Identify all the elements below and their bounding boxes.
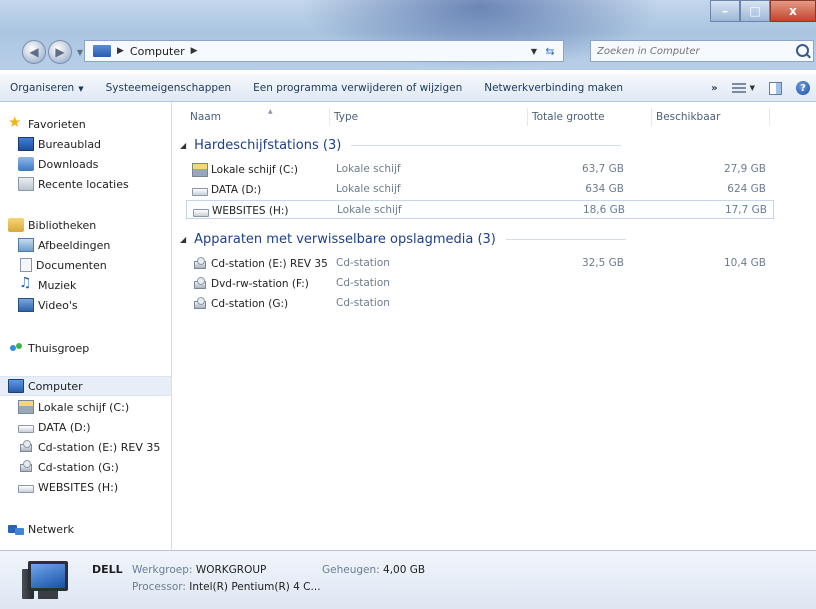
nav-item-music[interactable]: Muziek (18, 275, 76, 295)
computer-icon (8, 379, 24, 393)
music-icon (18, 275, 34, 292)
maximize-button[interactable]: □ (740, 0, 770, 22)
forward-arrow-icon: ▶ (55, 45, 65, 59)
homegroup-icon (8, 341, 24, 355)
processor-info: Processor: Intel(R) Pentium(R) 4 C... (132, 581, 321, 593)
address-dropdown-icon[interactable]: ▼ (531, 47, 537, 56)
libraries-icon (8, 218, 24, 232)
preview-pane-icon[interactable] (769, 81, 782, 95)
nav-homegroup[interactable]: Thuisgroep (8, 338, 89, 358)
more-commands-button[interactable]: » (711, 83, 717, 94)
breadcrumb-separator-icon[interactable]: ▶ (191, 46, 198, 56)
column-header-type[interactable]: Type (330, 108, 528, 126)
nav-libraries[interactable]: Bibliotheken (8, 215, 96, 235)
workgroup-info: Werkgroep: WORKGROUP (132, 564, 267, 576)
cd-drive-icon (18, 460, 34, 474)
command-bar: Organiseren ▼ Systeemeigenschappen Een pr… (0, 74, 816, 102)
nav-item-downloads[interactable]: Downloads (18, 154, 98, 174)
collapse-triangle-icon[interactable]: ◢ (180, 235, 186, 244)
table-row[interactable]: Cd-station (E:) REV 35 Cd-station 32,5 G… (186, 254, 774, 273)
group-header-removable-storage[interactable]: ◢ Apparaten met verwisselbare opslagmedi… (180, 228, 626, 250)
nav-item-websites-h[interactable]: WEBSITES (H:) (18, 477, 118, 497)
nav-computer[interactable]: Computer (0, 376, 171, 396)
change-view-button[interactable]: ▼ (731, 83, 755, 93)
nav-item-videos[interactable]: Video's (18, 295, 78, 315)
window-controls: – □ x (710, 0, 816, 22)
cd-drive-icon (192, 256, 208, 271)
videos-icon (18, 298, 34, 312)
nav-item-cd-e[interactable]: Cd-station (E:) REV 35 (18, 437, 160, 457)
nav-item-desktop[interactable]: Bureaublad (18, 134, 101, 154)
details-pane: DELL Werkgroep: WORKGROUP Geheugen: 4,00… (0, 550, 816, 609)
downloads-icon (18, 157, 34, 171)
table-row-selected[interactable]: WEBSITES (H:) Lokale schijf 18,6 GB 17,7… (186, 200, 774, 219)
search-icon[interactable] (796, 44, 809, 57)
computer-icon (22, 561, 72, 603)
breadcrumb-separator-icon[interactable]: ▶ (117, 46, 124, 56)
recent-places-icon (18, 177, 34, 191)
command-bar-right: » ▼ ? (711, 74, 810, 102)
hard-drive-icon (193, 208, 209, 217)
nav-item-local-disk-c[interactable]: Lokale schijf (C:) (18, 397, 129, 417)
hard-drive-icon (18, 425, 34, 433)
close-button[interactable]: x (770, 0, 816, 22)
chevron-down-icon: ▼ (76, 47, 84, 57)
table-row[interactable]: Dvd-rw-station (F:) Cd-station (186, 274, 774, 293)
title-bar: – □ x ◀ ▶ ▼ ▶ Computer ▶ ▼ ⇆ (0, 0, 816, 70)
nav-item-documents[interactable]: Documenten (18, 255, 107, 275)
nav-item-data-d[interactable]: DATA (D:) (18, 417, 91, 437)
collapse-triangle-icon[interactable]: ◢ (180, 141, 186, 150)
network-icon (8, 522, 24, 536)
column-header-name[interactable]: ▲ Naam (186, 108, 330, 126)
table-row[interactable]: Cd-station (G:) Cd-station (186, 294, 774, 313)
computer-icon (93, 45, 111, 57)
system-drive-icon (18, 400, 34, 414)
hard-drive-icon (18, 485, 34, 493)
nav-network[interactable]: Netwerk (8, 519, 74, 539)
breadcrumb-computer[interactable]: Computer (130, 45, 185, 58)
map-network-drive-button[interactable]: Netwerkverbinding maken (473, 82, 634, 94)
file-list: ▲ Naam Type Totale grootte Beschikbaar ◢ … (172, 102, 816, 550)
nav-favorites[interactable]: Favorieten (8, 113, 86, 134)
uninstall-program-button[interactable]: Een programma verwijderen of wijzigen (242, 82, 473, 94)
group-divider (351, 144, 622, 146)
refresh-icon[interactable]: ⇆ (541, 45, 559, 58)
nav-item-cd-g[interactable]: Cd-station (G:) (18, 457, 119, 477)
memory-info: Geheugen: 4,00 GB (322, 564, 426, 576)
desktop-icon (18, 137, 34, 151)
dvd-drive-icon (192, 276, 208, 291)
column-header-free-space[interactable]: Beschikbaar (652, 108, 770, 126)
documents-icon (20, 258, 32, 272)
search-box[interactable] (590, 40, 814, 62)
organize-menu[interactable]: Organiseren ▼ (0, 82, 95, 94)
system-drive-icon (192, 162, 208, 177)
nav-item-recent-places[interactable]: Recente locaties (18, 174, 129, 194)
cd-drive-icon (192, 296, 208, 311)
navigation-buttons: ◀ ▶ ▼ (22, 40, 86, 64)
pictures-icon (18, 238, 34, 252)
address-bar[interactable]: ▶ Computer ▶ ▼ ⇆ (84, 40, 564, 62)
group-header-hard-drives[interactable]: ◢ Hardeschijfstations (3) (180, 134, 622, 156)
help-icon[interactable]: ? (796, 81, 810, 95)
table-row[interactable]: Lokale schijf (C:) Lokale schijf 63,7 GB… (186, 160, 774, 179)
chevron-down-icon: ▼ (78, 84, 84, 93)
chevron-down-icon: ▼ (749, 84, 755, 92)
back-arrow-icon: ◀ (29, 45, 39, 59)
group-divider (505, 238, 626, 240)
view-list-icon (731, 83, 746, 93)
search-input[interactable] (591, 44, 789, 58)
hard-drive-icon (192, 187, 208, 196)
system-properties-button[interactable]: Systeemeigenschappen (95, 82, 243, 94)
sort-ascending-icon: ▲ (268, 108, 273, 115)
column-header-total-size[interactable]: Totale grootte (528, 108, 652, 126)
table-row[interactable]: DATA (D:) Lokale schijf 634 GB 624 GB (186, 180, 774, 199)
nav-item-pictures[interactable]: Afbeeldingen (18, 235, 110, 255)
computer-name: DELL (92, 563, 123, 576)
back-button[interactable]: ◀ (22, 40, 46, 64)
star-icon (8, 113, 24, 131)
cd-drive-icon (18, 440, 34, 454)
minimize-button[interactable]: – (710, 0, 740, 22)
forward-button[interactable]: ▶ (48, 40, 72, 64)
navigation-pane: Favorieten Bureaublad Downloads Recente … (0, 102, 172, 550)
